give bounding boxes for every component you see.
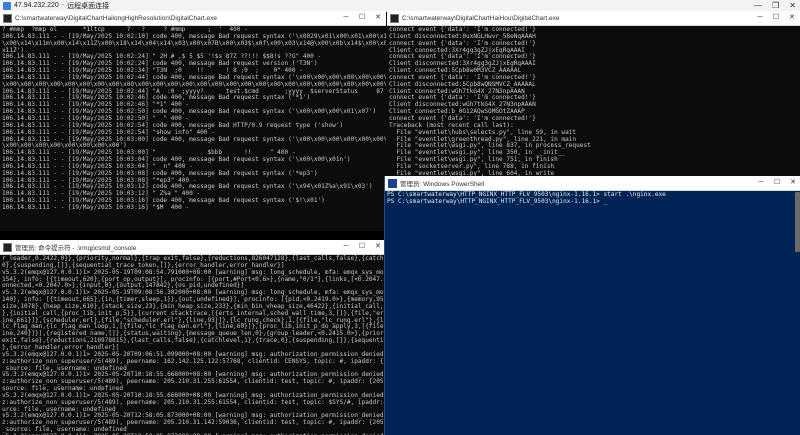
window-title: 管理员: 命令提示符 - .\rmqpcsmd_console	[15, 245, 137, 252]
event-log-window[interactable]: C:\smartwaterway\DigitalChartHaiHou\Digi…	[387, 11, 800, 176]
window-title: C:\smartwaterway\DigitalChartHaiHou\Digi…	[402, 14, 560, 22]
window-titlebar[interactable]: 管理员: 命令提示符 - .\rmqpcsmd_console ─ ☐ ✕	[0, 240, 386, 255]
console-output[interactable]: ? #mmp ?mmp ol *1ltcp ? ? ? #mmp ; ' 400…	[0, 26, 386, 231]
powershell-icon	[388, 178, 397, 188]
remote-desktop-title: 远程桌面连接	[67, 2, 110, 10]
title-separator: -	[61, 2, 65, 9]
maximize-button[interactable]: ☐	[354, 11, 370, 25]
desktop-gap	[0, 231, 386, 240]
maximize-button[interactable]: ☐	[769, 176, 785, 190]
console-line: \x00\x14\x11m\x00\x14\x11Z\x00\x18\x14\x…	[2, 39, 386, 47]
minimize-button[interactable]: —	[754, 1, 762, 10]
minimize-button[interactable]: ─	[753, 176, 769, 190]
console-icon	[3, 13, 12, 23]
restore-button[interactable]: ❐	[772, 1, 779, 10]
console-icon	[3, 242, 12, 252]
server-log-window[interactable]: C:\smartwaterway\DigitalChartHailongHigh…	[0, 11, 386, 231]
remote-host: 47.94.232.220	[14, 2, 59, 9]
close-button[interactable]: ✕	[784, 11, 800, 25]
maximize-button[interactable]: ☐	[354, 240, 370, 254]
remote-desktop-controls: — ❐ ✕	[754, 0, 796, 11]
console-line: 106.14.83.111 - - [19/May/2025 10:03:16]…	[2, 203, 190, 211]
window-title: C:\smartwaterway\DigitalChartHailongHigh…	[15, 14, 217, 22]
window-titlebar[interactable]: C:\smartwaterway\DigitalChartHailongHigh…	[0, 11, 386, 26]
console-line: PS C:\smartwaterway\HTTP_NGINX_HTTP_FLV_…	[387, 197, 608, 205]
minimize-button[interactable]: ─	[338, 11, 354, 25]
maximize-button[interactable]: ☐	[768, 11, 784, 25]
window-titlebar[interactable]: C:\smartwaterway\DigitalChartHaiHou\Digi…	[387, 11, 800, 26]
emqx-console-window[interactable]: 管理员: 命令提示符 - .\rmqpcsmd_console ─ ☐ ✕ r_…	[0, 240, 386, 435]
minimize-button[interactable]: ─	[338, 240, 354, 254]
window-titlebar[interactable]: 管理员: Windows PowerShell ─ ☐ ✕	[385, 176, 800, 191]
close-button[interactable]: ✕	[785, 176, 800, 190]
close-button[interactable]: ✕	[370, 11, 386, 25]
powershell-window[interactable]: 管理员: Windows PowerShell ─ ☐ ✕ PS C:\smar…	[384, 176, 800, 435]
console-output[interactable]: connect event {'data': 'I'm connected!'}…	[387, 26, 800, 176]
minimize-button[interactable]: ─	[752, 11, 768, 25]
console-icon	[390, 13, 399, 23]
scrollbar-thumb[interactable]	[795, 192, 800, 252]
remote-desktop-icon	[3, 1, 11, 10]
console-output[interactable]: r_leader,0.2422,0}},{priority,normal},{t…	[0, 255, 386, 435]
console-output[interactable]: PS C:\smartwaterway\HTTP_NGINX_HTTP_FLV_…	[385, 191, 800, 435]
window-title: 管理员: Windows PowerShell	[400, 181, 485, 188]
close-button[interactable]: ✕	[789, 1, 796, 10]
